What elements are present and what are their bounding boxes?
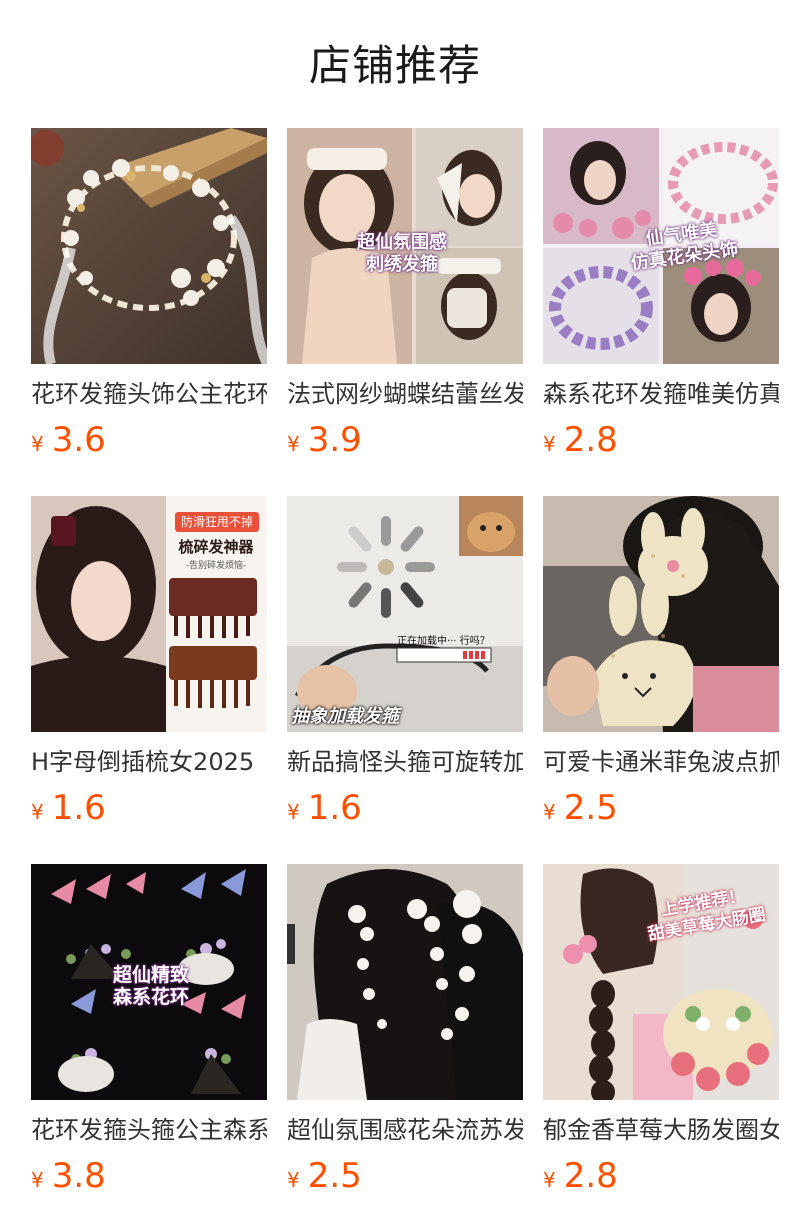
currency-symbol: ¥ (31, 800, 44, 824)
product-image[interactable]: 超仙精致 森系花环 (31, 864, 267, 1100)
promo-line: 超仙氛围感 (357, 232, 447, 253)
product-title[interactable]: 森系花环发箍唯美仿真花 (543, 378, 779, 410)
promo-badge: 防滑狂甩不掉 (180, 515, 253, 529)
product-title[interactable]: 新品搞怪头箍可旋转加载 (287, 746, 523, 778)
product-card[interactable]: 超仙氛围感花朵流苏发夹 ¥2.5 (287, 864, 523, 1198)
product-price: ¥2.8 (543, 1154, 779, 1198)
product-price: ¥3.8 (31, 1154, 267, 1198)
product-card[interactable]: 超仙精致 森系花环 花环发箍头箍公主森系 ¥3.8 (31, 864, 267, 1198)
loading-label: 正在加载中··· 行吗？ (397, 632, 490, 647)
product-card[interactable]: 防滑狂甩不掉 梳碎发神器 -告别碎发烦恼- H字母倒插梳女2025 ¥1.6 (31, 496, 267, 830)
price-value: 2.5 (307, 1156, 362, 1196)
product-price: ¥2.5 (543, 786, 779, 830)
product-card[interactable]: 可爱卡通米菲兔波点抓夹 ¥2.5 (543, 496, 779, 830)
promo-line: 森系花环 (112, 986, 189, 1008)
currency-symbol: ¥ (31, 1168, 44, 1192)
product-card[interactable]: 仙气唯美 仿真花朵头饰 森系花环发箍唯美仿真花 ¥2.8 (543, 128, 779, 462)
product-image[interactable]: 仙气唯美 仿真花朵头饰 (543, 128, 779, 364)
product-card[interactable]: 超仙氛围感 刺绣发箍 法式网纱蝴蝶结蕾丝发箍 ¥3.9 (287, 128, 523, 462)
product-title[interactable]: 花环发箍头饰公主花环 (31, 378, 267, 410)
promo-headline: 梳碎发神器 (178, 538, 254, 556)
product-title[interactable]: 法式网纱蝴蝶结蕾丝发箍 (287, 378, 523, 410)
product-price: ¥2.8 (543, 418, 779, 462)
price-value: 3.9 (307, 420, 362, 460)
product-image[interactable] (543, 496, 779, 732)
currency-symbol: ¥ (31, 432, 44, 456)
price-value: 2.8 (563, 1156, 618, 1196)
product-title[interactable]: H字母倒插梳女2025 (31, 746, 267, 778)
product-image[interactable] (287, 864, 523, 1100)
product-image[interactable]: 防滑狂甩不掉 梳碎发神器 -告别碎发烦恼- (31, 496, 267, 732)
product-price: ¥1.6 (287, 786, 523, 830)
product-price: ¥3.6 (31, 418, 267, 462)
store-recommendations: 店铺推荐 花环发箍头饰公主花环 ¥ 3.6 超仙氛围感 刺绣发箍 法式网纱蝴蝶结… (0, 0, 790, 1232)
price-value: 3.6 (51, 420, 106, 460)
product-title[interactable]: 可爱卡通米菲兔波点抓夹 (543, 746, 779, 778)
currency-symbol: ¥ (543, 800, 556, 824)
promo-caption: 超仙氛围感 刺绣发箍 (327, 232, 477, 276)
section-title: 店铺推荐 (308, 41, 481, 90)
price-value: 2.8 (563, 420, 618, 460)
product-card[interactable]: 花环发箍头饰公主花环 ¥3.6 (31, 128, 267, 462)
product-card[interactable]: 上学推荐！ 甜美草莓大肠圈 郁金香草莓大肠发圈女 ¥2.8 (543, 864, 779, 1198)
product-price: ¥1.6 (31, 786, 267, 830)
product-price: ¥3.9 (287, 418, 523, 462)
currency-symbol: ¥ (287, 1168, 300, 1192)
product-card[interactable]: 正在加载中··· 行吗？ 抽象加载发箍 新品搞怪头箍可旋转加载 ¥1.6 (287, 496, 523, 830)
currency-symbol: ¥ (543, 1168, 556, 1192)
currency-symbol: ¥ (287, 432, 300, 456)
loading-text: 正在加载中··· (397, 636, 457, 647)
product-title[interactable]: 花环发箍头箍公主森系 (31, 1114, 267, 1146)
product-title[interactable]: 超仙氛围感花朵流苏发夹 (287, 1114, 523, 1146)
loading-question: 行吗？ (459, 636, 490, 647)
price-value: 3.8 (51, 1156, 106, 1196)
currency-symbol: ¥ (543, 432, 556, 456)
currency-symbol: ¥ (287, 800, 300, 824)
price-value: 2.5 (563, 788, 618, 828)
promo-line: 超仙精致 (112, 964, 189, 986)
promo-subline: -告别碎发烦恼- (185, 561, 247, 571)
product-image[interactable]: 上学推荐！ 甜美草莓大肠圈 (543, 864, 779, 1100)
promo-caption: 超仙精致 森系花环 (81, 964, 221, 1008)
promo-caption: 抽象加载发箍 (291, 706, 399, 727)
product-image[interactable]: 超仙氛围感 刺绣发箍 (287, 128, 523, 364)
product-image[interactable]: 正在加载中··· 行吗？ 抽象加载发箍 (287, 496, 523, 732)
promo-line: 刺绣发箍 (366, 254, 438, 275)
price-value: 1.6 (51, 788, 106, 828)
price-value: 1.6 (307, 788, 362, 828)
product-title[interactable]: 郁金香草莓大肠发圈女 (543, 1114, 779, 1146)
product-price: ¥2.5 (287, 1154, 523, 1198)
product-image[interactable] (31, 128, 267, 364)
